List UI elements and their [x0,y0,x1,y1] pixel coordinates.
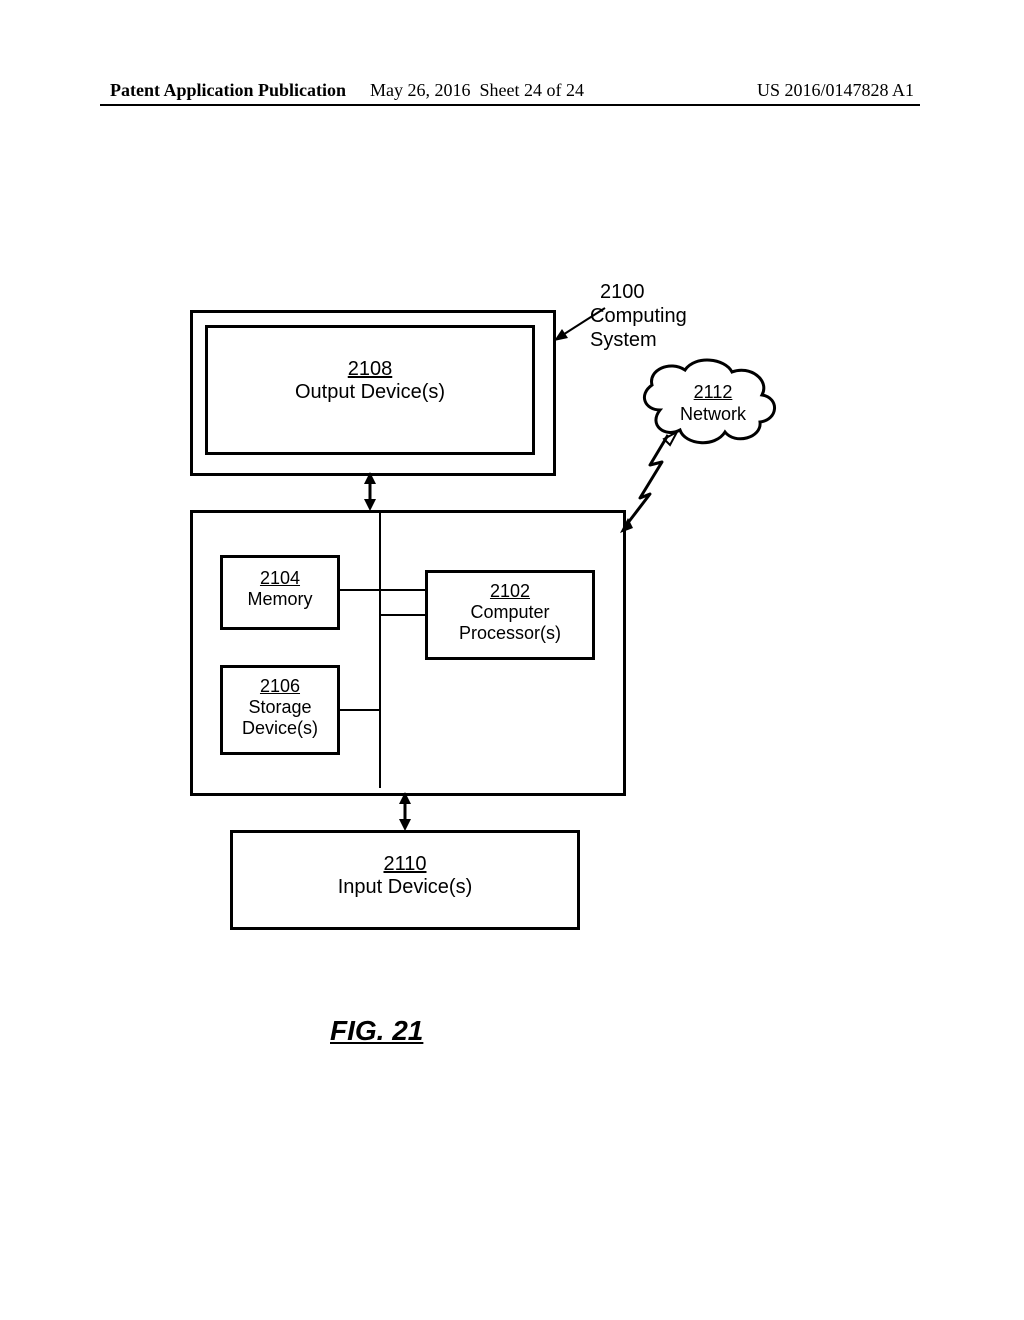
arrow-output-to-main [364,472,376,511]
figure-diagram: 2100 Computing System 2108 Output Device… [150,280,850,1000]
storage-box: 2106 Storage Device(s) [220,665,340,755]
memory-box: 2104 Memory [220,555,340,630]
header-right: US 2016/0147828 A1 [757,80,914,101]
network-label: 2112 Network [680,382,746,425]
input-device-box: 2110 Input Device(s) [230,830,580,930]
arrow-main-to-input [399,792,411,831]
network-connector [620,432,677,533]
output-device-box: 2108 Output Device(s) [205,325,535,455]
header-mid: May 26, 2016 Sheet 24 of 24 [370,80,584,101]
processor-box: 2102 Computer Processor(s) [425,570,595,660]
header-left: Patent Application Publication [110,80,346,101]
figure-caption: FIG. 21 [330,1015,423,1047]
header-rule [100,104,920,106]
system-label: 2100 Computing System [590,280,687,352]
